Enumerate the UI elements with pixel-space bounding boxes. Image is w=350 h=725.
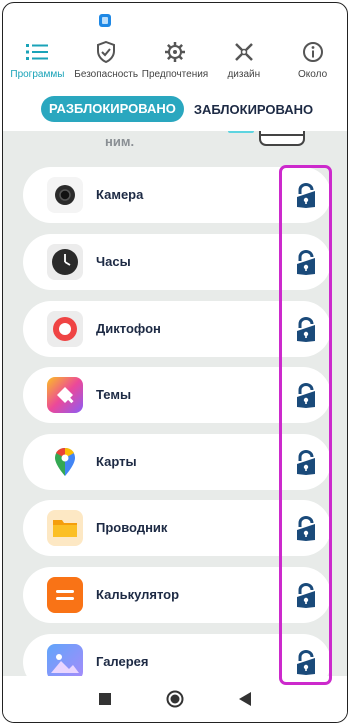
tab-programs[interactable]: Программы — [3, 39, 72, 89]
app-name: Галерея — [96, 654, 149, 669]
app-name: Карты — [96, 454, 137, 469]
illustration-icon — [228, 131, 305, 146]
notification-icon — [99, 14, 111, 27]
tab-about[interactable]: Около — [278, 39, 347, 89]
gear-icon — [162, 39, 188, 65]
segmented-control: РАЗБЛОКИРОВАНО ЗАБЛОКИРОВАНО — [3, 89, 347, 129]
system-navigation-bar — [3, 676, 347, 722]
tab-security[interactable]: Безопасность — [72, 39, 141, 89]
folder-icon — [47, 510, 83, 546]
unlocked-icon[interactable] — [295, 250, 317, 276]
tab-design[interactable]: дизайн — [209, 39, 278, 89]
tab-label: Программы — [10, 69, 65, 80]
app-name: Камера — [96, 187, 144, 202]
list-item[interactable]: Часы — [23, 234, 331, 290]
recorder-icon — [47, 311, 83, 347]
unlocked-icon[interactable] — [295, 516, 317, 542]
segment-unlocked[interactable]: РАЗБЛОКИРОВАНО — [41, 96, 184, 122]
list-item[interactable]: Диктофон — [23, 301, 331, 357]
tab-label: Предпочтения — [141, 69, 209, 80]
clock-icon — [47, 244, 83, 280]
gallery-icon — [47, 644, 83, 676]
list-item[interactable]: Проводник — [23, 500, 331, 556]
top-tabs: Программы Безопасность Предпочтения диза… — [3, 39, 347, 89]
recents-button[interactable] — [93, 687, 117, 711]
shield-check-icon — [93, 39, 119, 65]
unlocked-icon[interactable] — [295, 650, 317, 676]
info-icon — [300, 39, 326, 65]
status-bar — [3, 3, 347, 39]
unlocked-icon[interactable] — [295, 583, 317, 609]
list-item[interactable]: Карты — [23, 434, 331, 490]
square-icon — [99, 693, 111, 705]
tab-preferences[interactable]: Предпочтения — [141, 39, 210, 89]
app-name: Темы — [96, 387, 132, 402]
list-icon — [24, 39, 50, 65]
maps-icon — [47, 444, 83, 480]
phone-frame: Программы Безопасность Предпочтения диза… — [2, 2, 348, 723]
list-item[interactable]: Темы — [23, 367, 331, 423]
camera-icon — [47, 177, 83, 213]
calculator-icon — [47, 577, 83, 613]
app-name: Проводник — [96, 520, 168, 535]
app-name: Калькулятор — [96, 587, 180, 602]
tab-label: Безопасность — [74, 69, 139, 80]
unlocked-icon[interactable] — [295, 183, 317, 209]
segment-locked[interactable]: ЗАБЛОКИРОВАНО — [194, 102, 313, 117]
list-item[interactable]: Калькулятор — [23, 567, 331, 623]
circle-icon — [166, 690, 184, 708]
list-item[interactable]: Галерея — [23, 634, 331, 676]
app-list-container[interactable]: ним. Камера Часы Диктофон Темы Карты Про… — [3, 131, 347, 676]
back-button[interactable] — [233, 687, 257, 711]
tab-label: дизайн — [227, 69, 261, 80]
unlocked-icon[interactable] — [295, 317, 317, 343]
unlocked-icon[interactable] — [295, 450, 317, 476]
themes-icon — [47, 377, 83, 413]
unlocked-icon[interactable] — [295, 383, 317, 409]
list-item[interactable]: Камера — [23, 167, 331, 223]
partial-hint-text: ним. — [105, 134, 135, 149]
app-name: Диктофон — [96, 321, 161, 336]
tab-label: Около — [298, 69, 328, 80]
app-name: Часы — [96, 254, 131, 269]
brush-icon — [231, 39, 257, 65]
home-button[interactable] — [163, 687, 187, 711]
triangle-back-icon — [239, 692, 251, 706]
